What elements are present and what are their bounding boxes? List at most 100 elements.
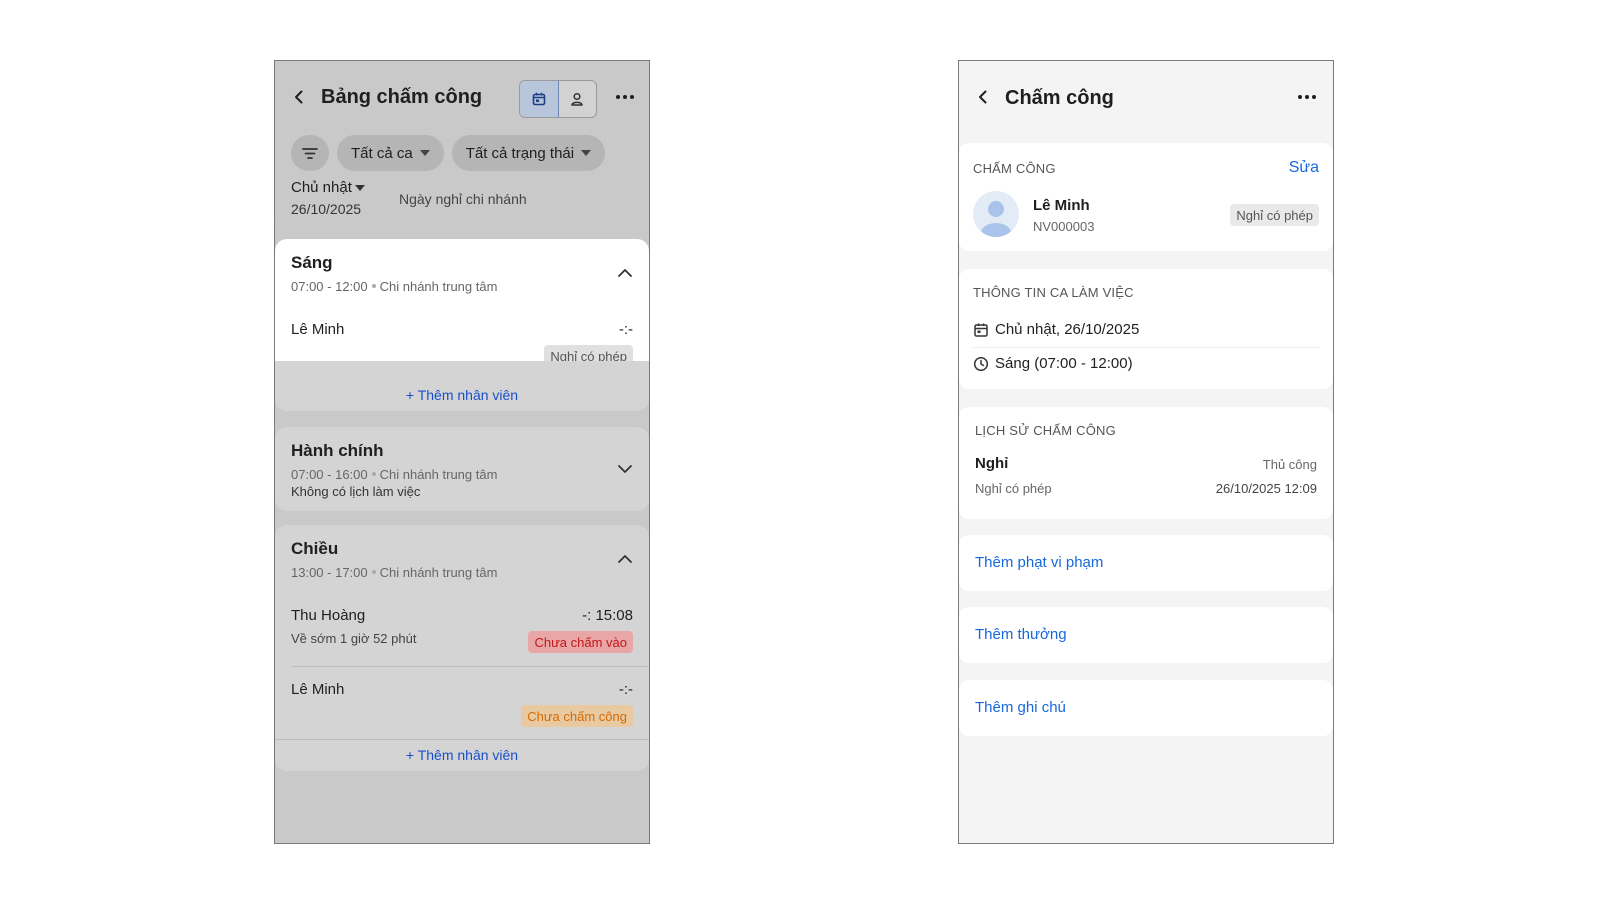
note-card: Thêm ghi chú bbox=[959, 680, 1333, 736]
shift-branch: Chi nhánh trung tâm bbox=[379, 467, 498, 482]
add-note-button[interactable]: Thêm ghi chú bbox=[975, 699, 1066, 716]
more-button[interactable] bbox=[611, 83, 639, 111]
timesheet-screen: Bảng chấm công Tất cả ca Tất cả trạng th… bbox=[274, 60, 650, 844]
check-time: -:- bbox=[618, 321, 633, 338]
shift-time: 13:00 - 17:00 bbox=[291, 565, 368, 580]
employee-view-button[interactable] bbox=[559, 81, 597, 117]
history-detail: Nghỉ có phép bbox=[975, 481, 1052, 496]
chevron-up-icon[interactable] bbox=[615, 549, 635, 569]
add-bonus-button[interactable]: Thêm thưởng bbox=[975, 626, 1067, 643]
history-card: LỊCH SỬ CHẤM CÔNG Nghỉ Thủ công Nghỉ có … bbox=[959, 407, 1333, 519]
shift-branch: Chi nhánh trung tâm bbox=[379, 565, 498, 580]
status-badge: Chưa chấm vào bbox=[528, 631, 633, 653]
calendar-icon bbox=[532, 92, 546, 106]
shift-card-hanh-chinh: Hành chính 07:00 - 16:00 Chi nhánh trung … bbox=[275, 427, 649, 511]
shift-name: Chiều bbox=[291, 539, 339, 558]
view-toggle bbox=[519, 80, 597, 118]
section-title: CHẤM CÔNG bbox=[973, 161, 1056, 176]
dot bbox=[1312, 95, 1316, 99]
edit-button[interactable]: Sửa bbox=[1289, 159, 1319, 177]
employee-name[interactable]: Lê Minh bbox=[291, 681, 344, 698]
history-method: Thủ công bbox=[1262, 457, 1317, 472]
status-badge: Nghỉ có phép bbox=[1230, 204, 1319, 226]
day-note: Ngày nghỉ chi nhánh bbox=[399, 191, 527, 207]
calendar-view-button[interactable] bbox=[520, 81, 559, 117]
shift-time: Sáng (07:00 - 12:00) bbox=[995, 355, 1133, 372]
shift-meta: 07:00 - 12:00 Chi nhánh trung tâm bbox=[291, 279, 497, 294]
avatar bbox=[973, 191, 1019, 237]
employee-note: Về sớm 1 giờ 52 phút bbox=[291, 631, 417, 646]
caret-down-icon bbox=[581, 150, 592, 156]
shift-date: Chủ nhật, 26/10/2025 bbox=[995, 321, 1140, 338]
day-date: 26/10/2025 bbox=[291, 201, 362, 217]
penalty-card: Thêm phạt vi phạm bbox=[959, 535, 1333, 591]
shift-filter-dropdown[interactable]: Tất cả ca bbox=[337, 135, 444, 171]
page-title: Bảng chấm công bbox=[321, 86, 483, 108]
shift-time: 07:00 - 16:00 bbox=[291, 467, 368, 482]
chevron-left-icon bbox=[295, 90, 303, 104]
caret-down-icon bbox=[419, 150, 430, 156]
add-employee-button[interactable]: + Thêm nhân viên bbox=[275, 747, 649, 763]
dot bbox=[1305, 95, 1309, 99]
day-selector[interactable]: Chủ nhật bbox=[291, 179, 365, 196]
check-time: -: 15:08 bbox=[582, 607, 633, 624]
attendance-detail-screen: Chấm công CHẤM CÔNG Sửa Lê Minh NV000003… bbox=[958, 60, 1334, 844]
check-time: -:- bbox=[618, 681, 633, 698]
day-row: Chủ nhật 26/10/2025 Ngày nghỉ chi nhánh bbox=[275, 171, 649, 227]
add-employee-button[interactable]: + Thêm nhân viên bbox=[275, 387, 649, 403]
person-icon bbox=[571, 92, 583, 106]
clock-icon bbox=[973, 356, 989, 371]
row-divider bbox=[275, 739, 649, 740]
add-penalty-button[interactable]: Thêm phạt vi phạm bbox=[975, 554, 1103, 571]
filter-button[interactable] bbox=[291, 135, 329, 171]
employee-code: NV000003 bbox=[1033, 219, 1095, 234]
page-title: Chấm công bbox=[1005, 87, 1114, 109]
shift-time: 07:00 - 12:00 bbox=[291, 279, 368, 294]
bonus-card: Thêm thưởng bbox=[959, 607, 1333, 663]
status-filter-label: Tất cả trạng thái bbox=[465, 144, 575, 162]
shift-meta: 13:00 - 17:00 Chi nhánh trung tâm bbox=[291, 565, 497, 580]
row-divider bbox=[291, 666, 649, 667]
shift-time-row: Sáng (07:00 - 12:00) bbox=[973, 355, 1319, 372]
chevron-left-icon bbox=[979, 90, 987, 104]
dot bbox=[623, 95, 627, 99]
employee-name: Lê Minh bbox=[1033, 197, 1090, 214]
status-filter-dropdown[interactable]: Tất cả trạng thái bbox=[451, 135, 606, 171]
attendance-card: CHẤM CÔNG Sửa Lê Minh NV000003 Nghỉ có p… bbox=[959, 143, 1333, 251]
caret-down-icon bbox=[354, 185, 365, 192]
history-timestamp: 26/10/2025 12:09 bbox=[1215, 481, 1317, 496]
shift-filter-label: Tất cả ca bbox=[351, 144, 413, 162]
shift-branch: Chi nhánh trung tâm bbox=[379, 279, 498, 294]
day-name: Chủ nhật bbox=[291, 179, 352, 196]
shift-meta: 07:00 - 16:00 Chi nhánh trung tâm bbox=[291, 467, 497, 482]
separator-dot bbox=[371, 570, 376, 575]
shift-name: Hành chính bbox=[291, 441, 384, 460]
filter-icon bbox=[302, 148, 318, 159]
back-button[interactable] bbox=[969, 83, 997, 111]
shift-note: Không có lịch làm việc bbox=[291, 484, 421, 499]
shift-name: Sáng bbox=[291, 253, 333, 272]
user-avatar-icon bbox=[981, 201, 1011, 237]
more-button[interactable] bbox=[1293, 83, 1321, 111]
timesheet-header: Bảng chấm công bbox=[275, 61, 649, 125]
employee-name[interactable]: Thu Hoàng bbox=[291, 607, 365, 624]
separator-dot bbox=[371, 472, 376, 477]
row-divider bbox=[973, 347, 1319, 348]
status-badge: Chưa chấm công bbox=[521, 705, 633, 727]
dot bbox=[630, 95, 634, 99]
employee-name[interactable]: Lê Minh bbox=[291, 321, 344, 338]
chevron-down-icon[interactable] bbox=[615, 459, 635, 479]
add-employee-bar: + Thêm nhân viên bbox=[275, 361, 649, 411]
section-title: THÔNG TIN CA LÀM VIỆC bbox=[973, 285, 1134, 300]
filter-bar: Tất cả ca Tất cả trạng thái bbox=[291, 135, 606, 171]
detail-header: Chấm công bbox=[959, 61, 1333, 125]
shift-card-chieu: Chiều 13:00 - 17:00 Chi nhánh trung tâm T… bbox=[275, 525, 649, 771]
history-type: Nghỉ bbox=[975, 455, 1009, 472]
shift-date-row: Chủ nhật, 26/10/2025 bbox=[973, 321, 1319, 338]
section-title: LỊCH SỬ CHẤM CÔNG bbox=[975, 423, 1116, 438]
chevron-up-icon[interactable] bbox=[615, 263, 635, 283]
dot bbox=[616, 95, 620, 99]
calendar-icon bbox=[974, 323, 988, 337]
separator-dot bbox=[371, 284, 376, 289]
back-button[interactable] bbox=[285, 83, 313, 111]
